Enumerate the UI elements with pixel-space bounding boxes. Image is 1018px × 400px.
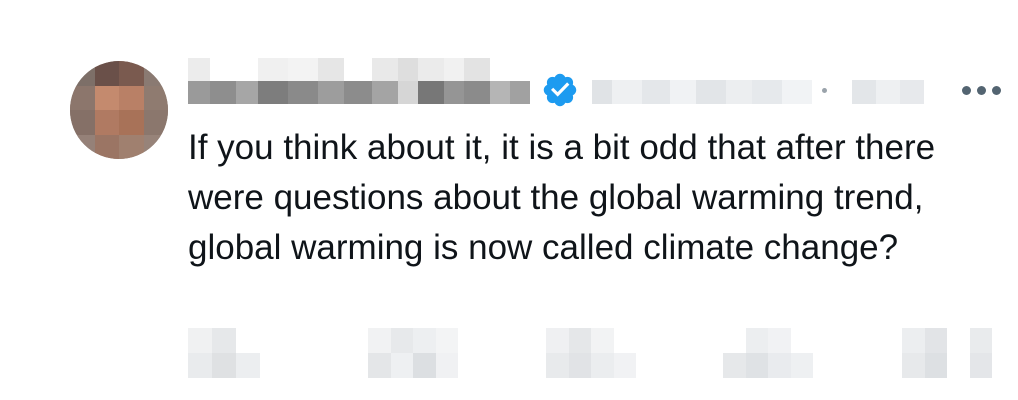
tweet-card[interactable]: If you think about it, it is a bit odd t… (0, 0, 1018, 400)
display-name-redacted[interactable] (188, 58, 530, 104)
tweet-text: If you think about it, it is a bit odd t… (188, 128, 945, 267)
more-dot-icon (976, 85, 986, 95)
tweet-header (188, 58, 1008, 108)
views-button[interactable] (723, 328, 813, 378)
avatar[interactable] (70, 61, 168, 159)
verified-badge-icon (543, 73, 577, 107)
separator-dot-icon (822, 88, 827, 93)
reply-button[interactable] (188, 328, 260, 378)
more-dot-icon (961, 85, 971, 95)
tweet-actions (188, 328, 992, 378)
like-button[interactable] (546, 328, 636, 378)
share-button[interactable] (902, 328, 992, 378)
handle-redacted[interactable] (592, 80, 812, 104)
retweet-button[interactable] (368, 328, 458, 378)
more-dot-icon (991, 85, 1001, 95)
timestamp-redacted[interactable] (852, 80, 952, 104)
more-options-button[interactable] (956, 72, 1006, 108)
